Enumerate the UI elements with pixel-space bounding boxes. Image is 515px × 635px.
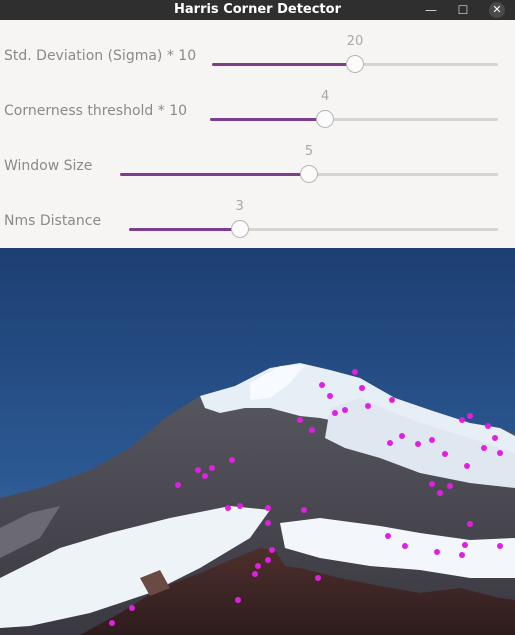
window-size-slider-fill (120, 173, 309, 176)
sigma-label: Std. Deviation (Sigma) * 10 (4, 48, 197, 64)
window-size-slider-handle[interactable] (300, 165, 318, 183)
window-size-value: 5 (304, 144, 314, 159)
nms-slider[interactable] (129, 220, 498, 238)
nms-value: 3 (235, 199, 244, 214)
sigma-slider-handle[interactable] (346, 55, 364, 73)
close-icon[interactable]: ✕ (489, 2, 505, 18)
result-image (0, 248, 515, 635)
threshold-label: Cornerness threshold * 10 (4, 103, 188, 119)
close-button[interactable]: ✕ (485, 0, 509, 20)
threshold-value: 4 (321, 89, 330, 104)
threshold-slider[interactable] (210, 110, 498, 128)
mountain-photo (0, 248, 515, 635)
threshold-slider-handle[interactable] (316, 110, 335, 128)
nms-slider-handle[interactable] (230, 220, 249, 238)
nms-slider-fill (129, 228, 240, 231)
sigma-slider-fill (212, 63, 355, 66)
controls-panel: Std. Deviation (Sigma) * 10 20 Cornernes… (0, 20, 515, 248)
title-bar[interactable]: Harris Corner Detector — ☐ ✕ (0, 0, 515, 20)
window-size-row: Window Size 5 (0, 144, 515, 194)
window-size-slider[interactable] (120, 165, 498, 183)
threshold-row: Cornerness threshold * 10 4 (0, 89, 515, 139)
minimize-icon[interactable]: — (419, 0, 443, 20)
maximize-icon[interactable]: ☐ (451, 0, 475, 20)
sigma-row: Std. Deviation (Sigma) * 10 20 (0, 34, 515, 84)
window-size-label: Window Size (4, 158, 93, 174)
nms-row: Nms Distance 3 (0, 199, 515, 249)
nms-label: Nms Distance (4, 213, 102, 229)
sigma-value: 20 (346, 34, 364, 49)
threshold-slider-fill (210, 118, 326, 121)
sigma-slider[interactable] (212, 55, 498, 73)
